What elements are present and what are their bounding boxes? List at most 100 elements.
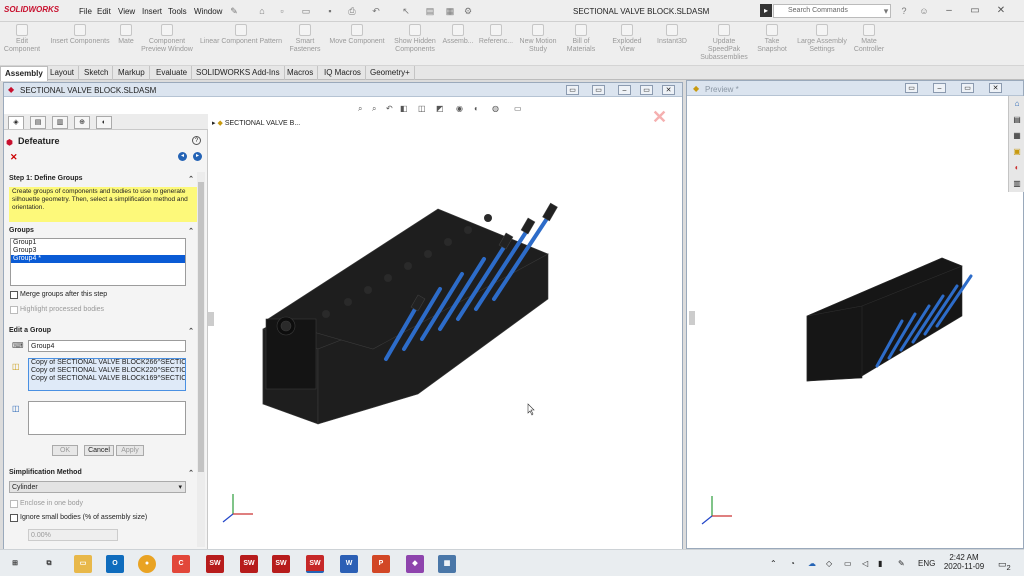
graphics-area[interactable] — [208, 114, 682, 549]
command-button[interactable]: Move Component — [326, 24, 388, 46]
solidworks-logo[interactable]: SOLIDWORKS — [4, 5, 59, 14]
solidworks-active-icon[interactable]: SW — [306, 555, 324, 573]
next-arrow-icon[interactable]: ▸ — [193, 152, 202, 161]
network-icon[interactable]: ▭ — [844, 559, 852, 568]
battery-icon[interactable]: ▮ — [878, 559, 882, 568]
print-icon[interactable]: ⎙ — [346, 5, 358, 17]
solidworks-2019b-icon[interactable]: SW — [240, 555, 258, 573]
pm-scroll-thumb[interactable] — [198, 182, 204, 472]
windows-start-icon[interactable]: ⊞ — [6, 555, 24, 573]
design-library-icon[interactable]: ▤ — [1011, 114, 1023, 126]
dropbox-icon[interactable]: ◇ — [826, 559, 832, 568]
ignore-small-percent[interactable]: 0.00% — [28, 529, 118, 541]
menu-view[interactable]: View — [118, 7, 135, 16]
tab-macros[interactable]: Macros — [283, 66, 319, 80]
open-icon[interactable]: ▭ — [300, 5, 312, 17]
property-manager-tab-icon[interactable]: ▤ — [30, 116, 46, 129]
app-c-icon[interactable]: C — [172, 555, 190, 573]
wifi-icon[interactable]: ◔ — [790, 559, 795, 568]
command-button[interactable]: Bill of Materials — [564, 24, 598, 54]
mdi-tile-icon[interactable]: ▭ — [566, 85, 579, 95]
display-manager-tab-icon[interactable]: ◐ — [96, 116, 112, 129]
view-orientation-icon[interactable]: ◫ — [418, 104, 426, 113]
preview-max-icon[interactable]: ▭ — [961, 83, 974, 93]
command-button[interactable]: Instant3D — [656, 24, 688, 46]
edit-group-caret-icon[interactable]: ⌃ — [188, 327, 194, 335]
simplification-caret-icon[interactable]: ⌃ — [188, 469, 194, 477]
file-props-icon[interactable]: ▦ — [444, 5, 456, 17]
mdi-max-icon[interactable]: ▭ — [640, 85, 653, 95]
preview-model[interactable] — [687, 96, 1024, 550]
tab-markup[interactable]: Markup — [114, 66, 150, 80]
calculator-icon[interactable]: ▦ — [438, 555, 456, 573]
pm-splitter-handle[interactable] — [208, 312, 214, 326]
command-button[interactable]: Mate Controller — [852, 24, 886, 54]
help-question-icon[interactable]: ? — [192, 136, 201, 145]
help-icon[interactable]: ? — [898, 5, 910, 17]
exit-x-icon[interactable]: ✕ — [652, 107, 667, 128]
feature-tree-tab-icon[interactable]: ◈ — [8, 116, 24, 129]
task-view-icon[interactable]: ⧉ — [40, 555, 58, 573]
clock[interactable]: 2:42 AM 2020-11-09 — [942, 553, 986, 571]
list-item[interactable]: Group4 * — [11, 255, 185, 263]
config-manager-tab-icon[interactable]: ▥ — [52, 116, 68, 129]
tab-addins[interactable]: SOLIDWORKS Add-Ins — [192, 66, 285, 80]
menu-window[interactable]: Window — [194, 7, 222, 16]
command-button[interactable]: Large Assembly Settings — [796, 24, 848, 54]
command-button[interactable]: New Motion Study — [518, 24, 558, 54]
tray-chevron-icon[interactable]: ⌃ — [770, 559, 777, 568]
tab-sketch[interactable]: Sketch — [80, 66, 114, 80]
bodies-list[interactable] — [28, 401, 186, 435]
search-input[interactable]: Search Commands — [773, 4, 891, 18]
dimxpert-tab-icon[interactable]: ⊕ — [74, 116, 90, 129]
pin-icon[interactable]: ✎ — [228, 5, 240, 17]
groups-list[interactable]: Group1 Group3 Group4 * — [10, 238, 186, 286]
tab-evaluate[interactable]: Evaluate — [152, 66, 193, 80]
command-button[interactable]: Insert Components — [48, 24, 112, 46]
tab-layout[interactable]: Layout — [46, 66, 80, 80]
file-explorer-icon[interactable]: ▦ — [1011, 130, 1023, 142]
merge-groups-checkbox[interactable] — [10, 291, 18, 299]
search-dropdown-icon[interactable]: ▾ — [880, 5, 892, 17]
notification-icon[interactable]: ▭2 — [998, 559, 1011, 572]
cancel-button[interactable]: Cancel — [84, 445, 114, 456]
close-icon[interactable]: ✕ — [994, 4, 1008, 18]
command-button[interactable]: Edit Component — [0, 24, 44, 54]
highlight-bodies-checkbox[interactable] — [10, 306, 18, 314]
group-name-field[interactable]: Group4 — [28, 340, 186, 352]
outlook-icon[interactable]: O — [106, 555, 124, 573]
apply-button[interactable]: Apply — [116, 445, 144, 456]
command-button[interactable]: Exploded View — [604, 24, 650, 54]
preview-tile-icon[interactable]: ▭ — [905, 83, 918, 93]
feature-tree-root[interactable]: SECTIONAL VALVE B... — [225, 120, 300, 127]
list-item[interactable]: Copy of SECTIONAL VALVE BLOCK169^SECTIC — [29, 375, 185, 383]
ok-button[interactable]: OK — [52, 445, 78, 456]
list-item[interactable]: Copy of SECTIONAL VALVE BLOCK266^SECTIC — [29, 359, 185, 367]
user-icon[interactable]: ☺ — [918, 5, 930, 17]
cancel-x-icon[interactable]: ✕ — [10, 152, 18, 163]
home-icon[interactable]: ⌂ — [256, 5, 268, 17]
onedrive-icon[interactable]: ☁ — [808, 559, 816, 568]
hide-show-icon[interactable]: ◉ — [456, 104, 463, 113]
list-item[interactable]: Copy of SECTIONAL VALVE BLOCK220^SECTIC — [29, 367, 185, 375]
zoom-area-icon[interactable]: ⌕ — [372, 104, 376, 114]
preview-min-icon[interactable]: – — [933, 83, 946, 93]
feature-tree-flyout[interactable]: ▸ ◆ SECTIONAL VALVE B... — [212, 119, 300, 127]
menu-file[interactable]: File — [79, 7, 92, 16]
word-icon[interactable]: W — [340, 555, 358, 573]
zoom-to-fit-icon[interactable]: ⌕ — [358, 104, 362, 114]
menu-edit[interactable]: Edit — [97, 7, 111, 16]
view-settings-icon[interactable]: ▭ — [514, 104, 522, 113]
tab-assembly[interactable]: Assembly — [0, 66, 48, 81]
groups-caret-icon[interactable]: ⌃ — [188, 227, 194, 235]
ignore-small-checkbox[interactable] — [10, 514, 18, 522]
vscode-icon[interactable]: ◆ — [406, 555, 424, 573]
restore-icon[interactable]: ▭ — [968, 4, 982, 18]
pm-scrollbar[interactable] — [197, 172, 205, 547]
search-commands-icon[interactable]: ▸ — [760, 4, 772, 17]
rebuild-icon[interactable]: ▤ — [424, 5, 436, 17]
mdi-min-icon[interactable]: – — [618, 85, 631, 95]
list-item[interactable]: Group1 — [11, 239, 185, 247]
undo-icon[interactable]: ↶ — [370, 5, 382, 17]
simplification-select[interactable]: Cylinder ▾ — [9, 481, 186, 493]
